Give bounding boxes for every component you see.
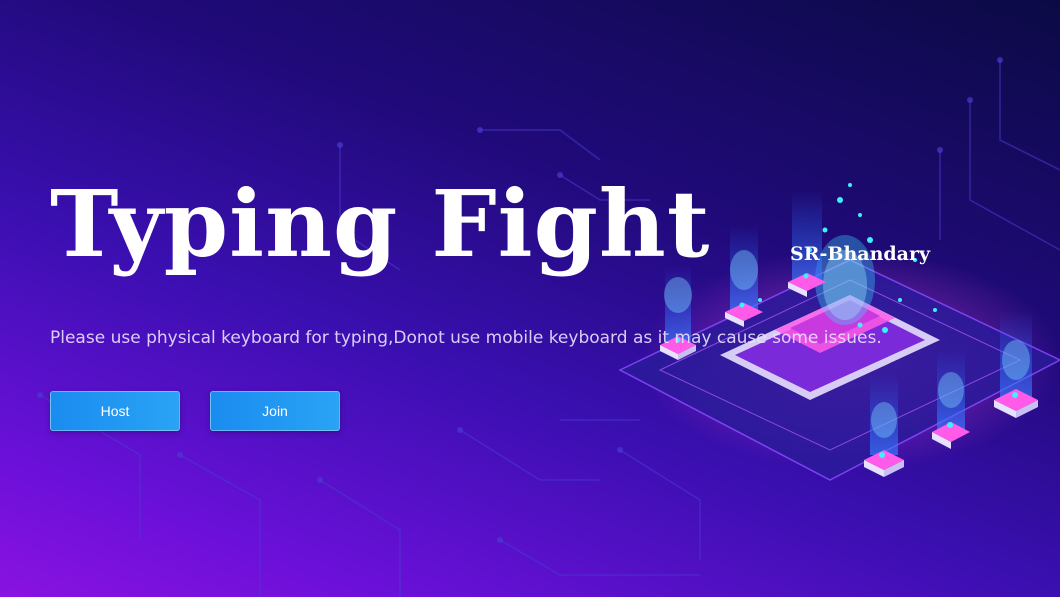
- join-button[interactable]: Join: [210, 391, 340, 431]
- page-title: Typing Fight: [50, 170, 711, 278]
- author-label: SR-Bhandary: [790, 243, 931, 265]
- host-button[interactable]: Host: [50, 391, 180, 431]
- keyboard-notice: Please use physical keyboard for typing,…: [50, 328, 882, 348]
- background-illustration: [37, 57, 1060, 597]
